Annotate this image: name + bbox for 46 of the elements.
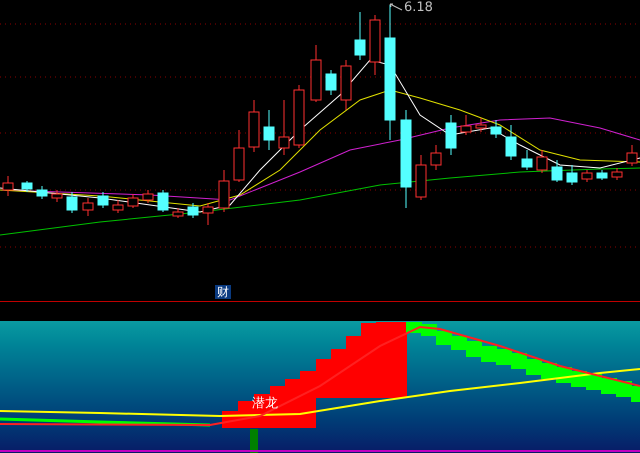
candlestick bbox=[596, 170, 608, 180]
candlestick bbox=[52, 190, 62, 202]
candlestick bbox=[552, 160, 562, 182]
candlestick bbox=[582, 170, 592, 182]
candlestick bbox=[626, 144, 638, 166]
candlestick bbox=[430, 144, 442, 170]
candlestick bbox=[234, 130, 244, 182]
indicator-bar bbox=[436, 331, 452, 345]
candlestick bbox=[370, 14, 380, 76]
candlestick bbox=[82, 198, 94, 216]
candlestick bbox=[354, 12, 366, 60]
candlestick bbox=[218, 170, 230, 212]
candlestick bbox=[128, 194, 138, 208]
high-price-label: 6.18 bbox=[404, 1, 433, 14]
candlestick bbox=[22, 180, 32, 192]
candlestick bbox=[536, 150, 548, 174]
candlestick bbox=[202, 202, 214, 226]
candlestick bbox=[416, 154, 426, 200]
candlestick bbox=[294, 84, 304, 148]
candlestick bbox=[506, 124, 516, 160]
candlestick bbox=[490, 120, 502, 138]
candlestick bbox=[158, 190, 168, 212]
candlestick bbox=[248, 100, 260, 152]
indicator-title: 财 bbox=[215, 285, 231, 299]
candlestick bbox=[460, 114, 472, 136]
candlestick bbox=[446, 114, 456, 156]
candlestick bbox=[264, 110, 274, 150]
signal-label: 潜龙 bbox=[252, 397, 278, 410]
candlestick bbox=[172, 208, 184, 218]
candlestick bbox=[36, 186, 48, 200]
candlestick bbox=[340, 60, 352, 110]
candlestick bbox=[522, 150, 532, 170]
arrow-icon bbox=[389, 2, 403, 12]
candlestick bbox=[98, 192, 108, 208]
candlestick bbox=[66, 192, 78, 214]
candlestick bbox=[278, 100, 290, 156]
candlestick bbox=[188, 202, 198, 218]
candlestick bbox=[476, 118, 486, 132]
candlestick bbox=[612, 168, 622, 180]
candlestick bbox=[112, 200, 124, 214]
candlestick bbox=[326, 70, 336, 96]
signal-bar bbox=[250, 429, 258, 453]
candlestick bbox=[142, 190, 154, 204]
candlestick bbox=[566, 164, 578, 186]
candlestick bbox=[310, 44, 322, 102]
candlestick bbox=[2, 176, 14, 196]
